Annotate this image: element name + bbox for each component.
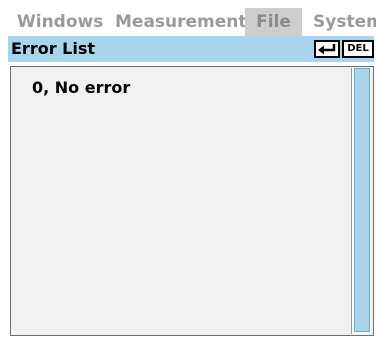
error-list-panel: 0, No error bbox=[10, 66, 374, 336]
menu-bar: Windows Measurement File System bbox=[0, 8, 376, 36]
delete-button[interactable]: DEL bbox=[342, 40, 374, 58]
menu-item-windows[interactable]: Windows bbox=[17, 8, 103, 36]
window-title-bar: Error List DEL bbox=[8, 36, 374, 62]
scrollbar[interactable] bbox=[351, 68, 371, 334]
menu-item-file[interactable]: File bbox=[245, 8, 302, 36]
menu-item-system[interactable]: System bbox=[313, 8, 376, 36]
list-item[interactable]: 0, No error bbox=[32, 77, 130, 99]
menu-item-measurement[interactable]: Measurement bbox=[115, 8, 247, 36]
scrollbar-thumb[interactable] bbox=[354, 68, 370, 332]
window-title: Error List bbox=[11, 39, 96, 58]
screen: Windows Measurement File System Error Li… bbox=[0, 0, 376, 338]
enter-arrow-icon[interactable] bbox=[314, 40, 340, 58]
